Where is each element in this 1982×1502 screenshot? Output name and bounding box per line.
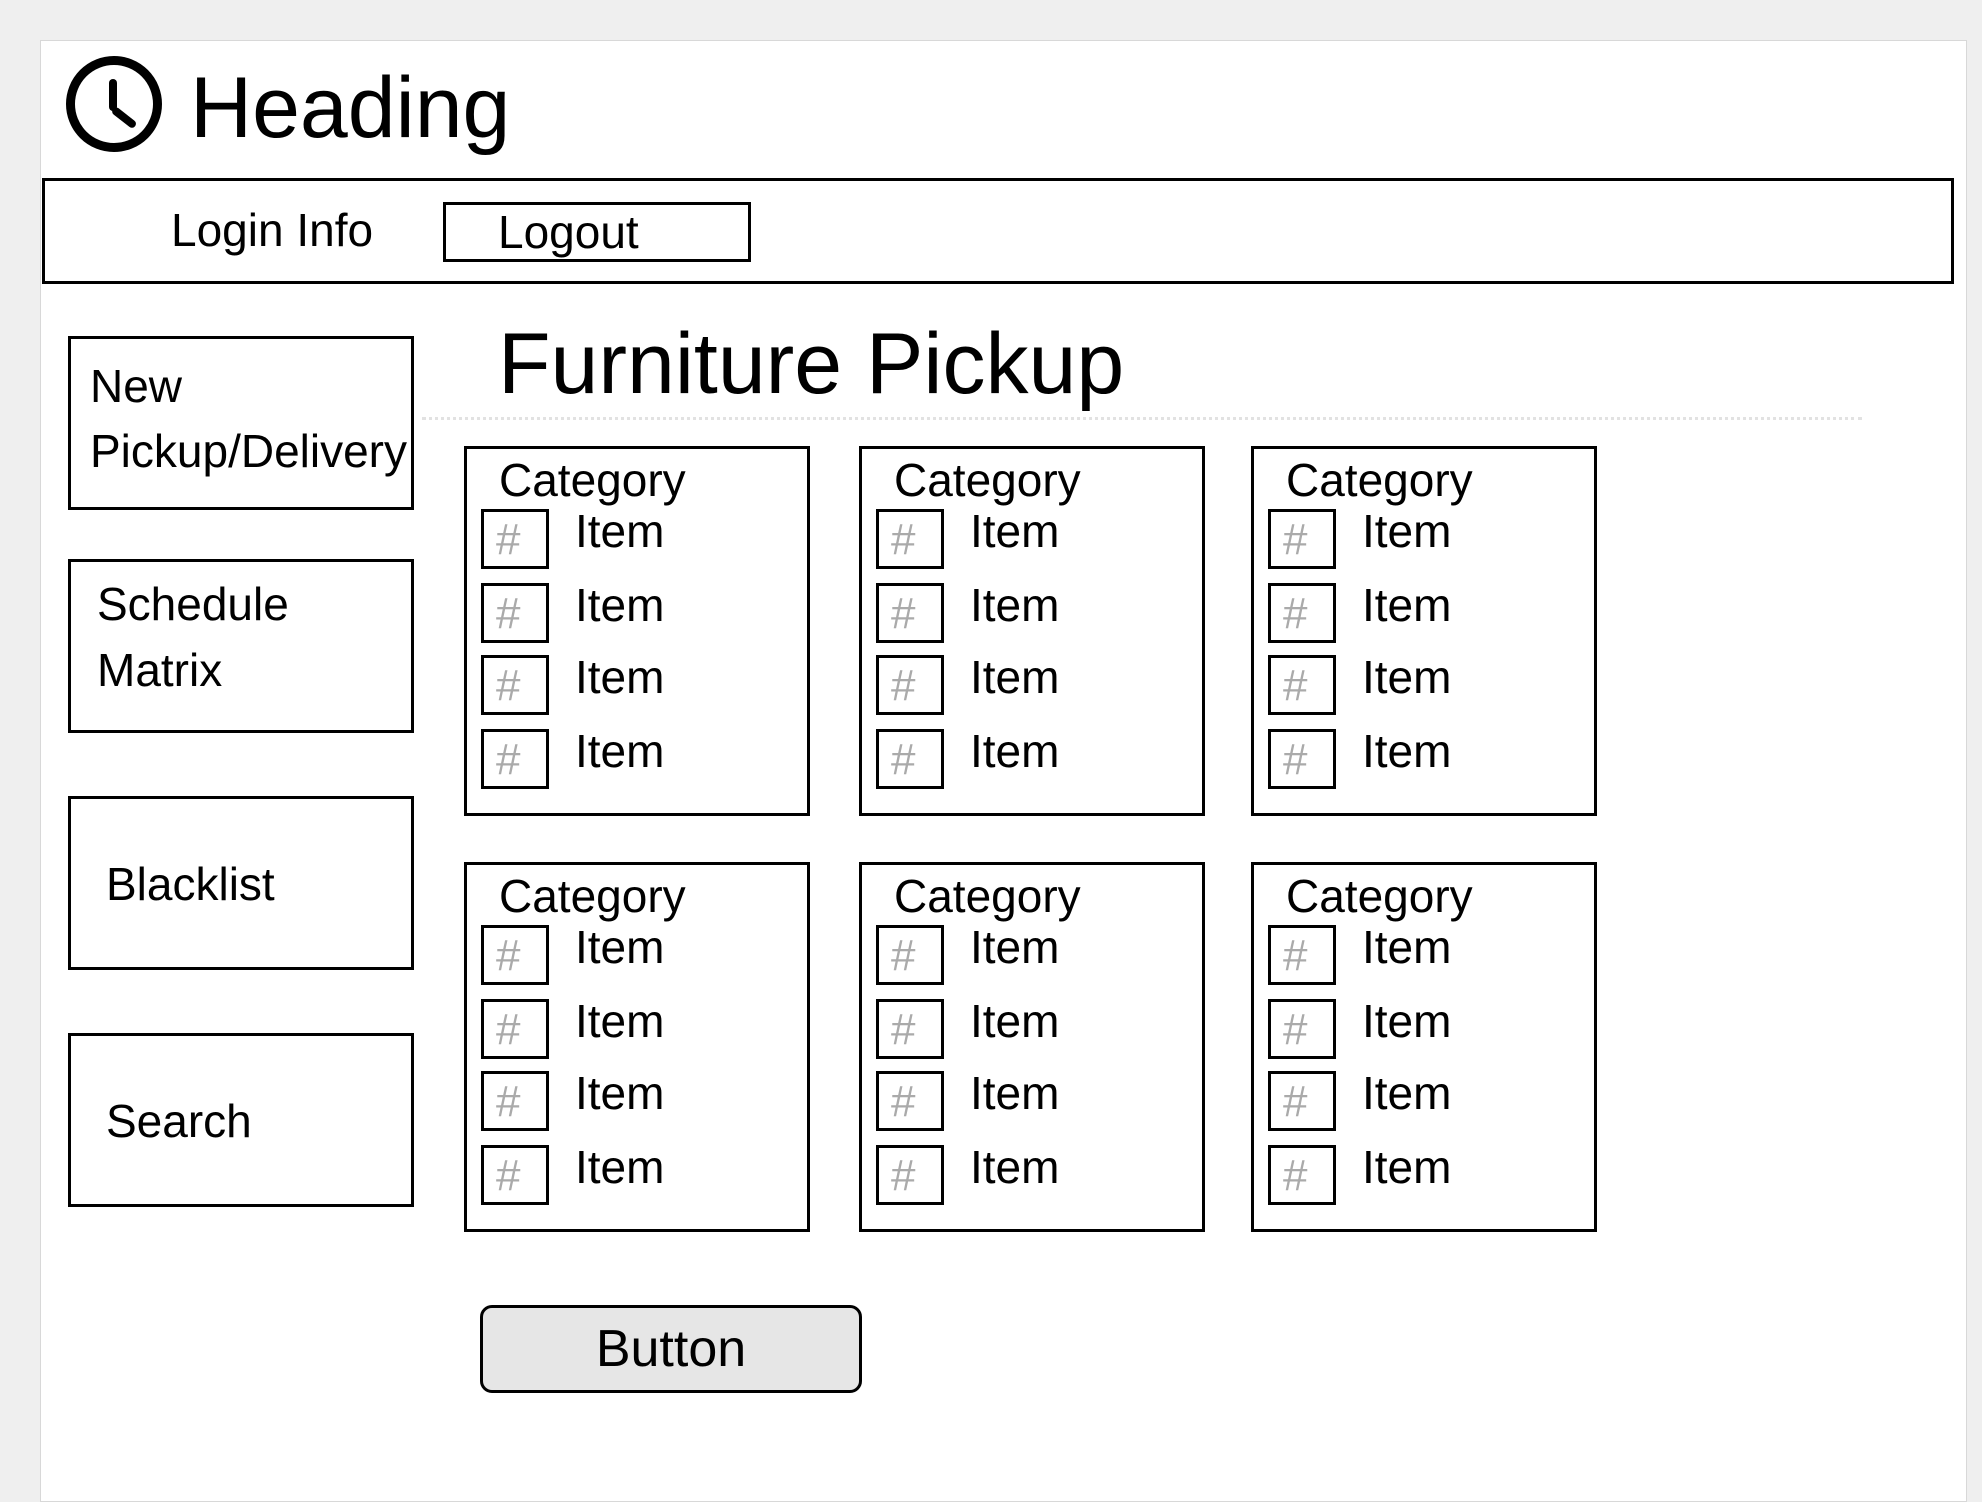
quantity-field[interactable]: # — [481, 925, 549, 985]
quantity-field[interactable]: # — [481, 729, 549, 789]
item-label: Item — [970, 1141, 1060, 1193]
quantity-field[interactable]: # — [481, 1145, 549, 1205]
item-row: # Item — [481, 651, 801, 715]
nav-blacklist-button[interactable]: Blacklist — [68, 796, 414, 970]
nav-label-line: New — [90, 360, 183, 412]
category-card: Category # Item # Item # Item # Item — [1251, 446, 1597, 816]
quantity-field[interactable]: # — [481, 999, 549, 1059]
quantity-field[interactable]: # — [876, 999, 944, 1059]
clock-minute-hand — [110, 105, 138, 130]
item-label: Item — [575, 579, 665, 631]
item-label: Item — [1362, 921, 1452, 973]
quantity-field[interactable]: # — [1268, 583, 1336, 643]
quantity-field[interactable]: # — [876, 655, 944, 715]
category-card: Category # Item # Item # Item # Item — [464, 862, 810, 1232]
item-label: Item — [1362, 579, 1452, 631]
item-row: # Item — [1268, 921, 1588, 985]
category-card: Category # Item # Item # Item # Item — [464, 446, 810, 816]
quantity-field[interactable]: # — [876, 509, 944, 569]
item-label: Item — [575, 651, 665, 703]
item-label: Item — [970, 921, 1060, 973]
nav-schedule-matrix-button[interactable]: Schedule Matrix — [68, 559, 414, 733]
item-label: Item — [1362, 1141, 1452, 1193]
nav-label-line: Search — [106, 1095, 252, 1147]
quantity-field[interactable]: # — [1268, 1145, 1336, 1205]
item-row: # Item — [1268, 579, 1588, 643]
item-row: # Item — [481, 579, 801, 643]
quantity-field[interactable]: # — [876, 925, 944, 985]
item-label: Item — [970, 579, 1060, 631]
nav-label-line: Blacklist — [106, 858, 275, 910]
quantity-field[interactable]: # — [876, 583, 944, 643]
clock-icon — [66, 56, 162, 152]
nav-label-line: Matrix — [97, 644, 223, 696]
item-label: Item — [575, 1067, 665, 1119]
item-label: Item — [970, 651, 1060, 703]
item-row: # Item — [876, 725, 1196, 789]
page-heading: Heading — [190, 60, 511, 156]
item-row: # Item — [1268, 651, 1588, 715]
item-label: Item — [970, 725, 1060, 777]
item-row: # Item — [876, 505, 1196, 569]
item-row: # Item — [876, 579, 1196, 643]
item-label: Item — [1362, 651, 1452, 703]
item-row: # Item — [1268, 1067, 1588, 1131]
login-info-label: Login Info — [171, 204, 374, 256]
nav-label-line: Pickup/Delivery — [90, 425, 407, 477]
item-row: # Item — [1268, 725, 1588, 789]
item-label: Item — [1362, 725, 1452, 777]
item-row: # Item — [876, 995, 1196, 1059]
category-card: Category # Item # Item # Item # Item — [859, 862, 1205, 1232]
nav-label-line: Schedule — [97, 578, 289, 630]
item-row: # Item — [876, 1067, 1196, 1131]
item-label: Item — [1362, 1067, 1452, 1119]
quantity-field[interactable]: # — [481, 1071, 549, 1131]
category-card: Category # Item # Item # Item # Item — [859, 446, 1205, 816]
page-title: Furniture Pickup — [498, 316, 1125, 412]
item-row: # Item — [876, 1141, 1196, 1205]
nav-new-pickup-delivery-button[interactable]: New Pickup/Delivery — [68, 336, 414, 510]
item-label: Item — [575, 505, 665, 557]
item-label: Item — [1362, 995, 1452, 1047]
item-row: # Item — [1268, 505, 1588, 569]
item-row: # Item — [481, 1141, 801, 1205]
item-row: # Item — [876, 651, 1196, 715]
item-label: Item — [575, 995, 665, 1047]
item-row: # Item — [481, 1067, 801, 1131]
item-row: # Item — [1268, 995, 1588, 1059]
quantity-field[interactable]: # — [481, 509, 549, 569]
quantity-field[interactable]: # — [1268, 655, 1336, 715]
quantity-field[interactable]: # — [481, 583, 549, 643]
item-row: # Item — [1268, 1141, 1588, 1205]
item-row: # Item — [481, 995, 801, 1059]
quantity-field[interactable]: # — [481, 655, 549, 715]
item-row: # Item — [876, 921, 1196, 985]
item-row: # Item — [481, 725, 801, 789]
quantity-field[interactable]: # — [876, 1071, 944, 1131]
quantity-field[interactable]: # — [1268, 729, 1336, 789]
item-label: Item — [970, 505, 1060, 557]
quantity-field[interactable]: # — [876, 729, 944, 789]
nav-search-button[interactable]: Search — [68, 1033, 414, 1207]
title-divider — [422, 417, 1862, 420]
quantity-field[interactable]: # — [1268, 1071, 1336, 1131]
quantity-field[interactable]: # — [1268, 999, 1336, 1059]
category-card: Category # Item # Item # Item # Item — [1251, 862, 1597, 1232]
logout-button[interactable]: Logout — [443, 202, 751, 262]
item-label: Item — [970, 1067, 1060, 1119]
quantity-field[interactable]: # — [876, 1145, 944, 1205]
item-label: Item — [1362, 505, 1452, 557]
quantity-field[interactable]: # — [1268, 925, 1336, 985]
item-label: Item — [575, 921, 665, 973]
item-label: Item — [970, 995, 1060, 1047]
item-row: # Item — [481, 921, 801, 985]
item-label: Item — [575, 725, 665, 777]
submit-button[interactable]: Button — [480, 1305, 862, 1393]
item-label: Item — [575, 1141, 665, 1193]
item-row: # Item — [481, 505, 801, 569]
quantity-field[interactable]: # — [1268, 509, 1336, 569]
